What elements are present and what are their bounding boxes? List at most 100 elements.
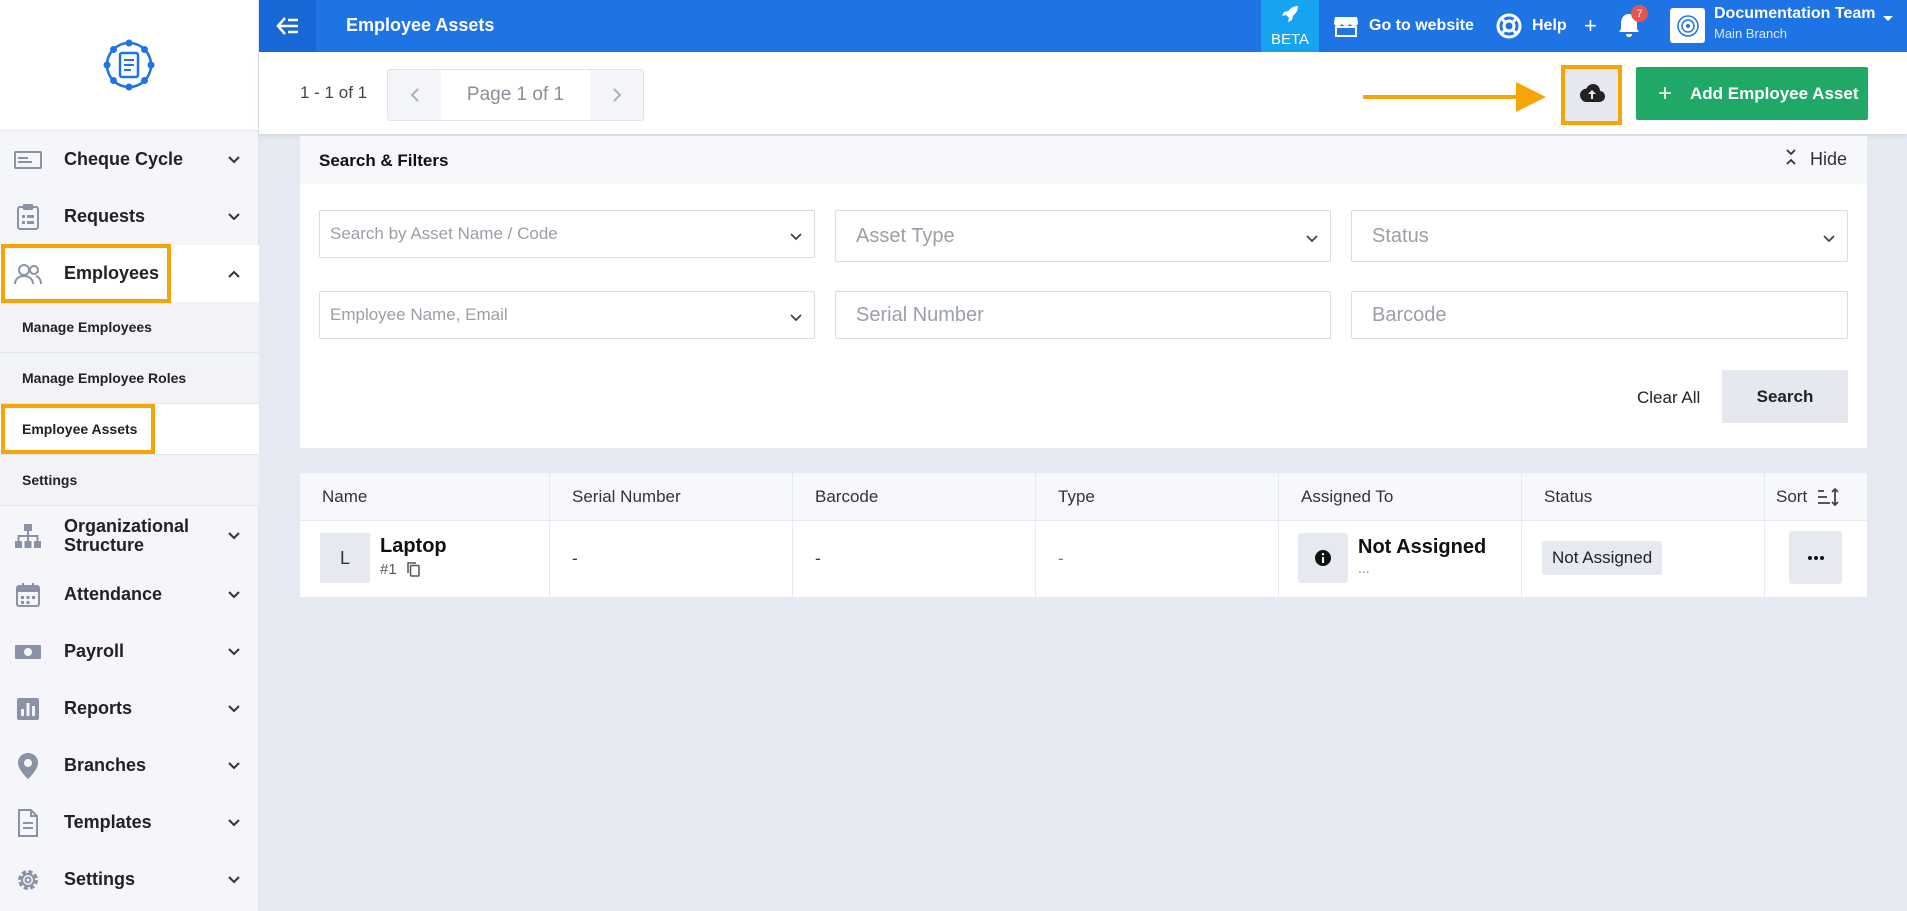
plus-icon: + xyxy=(1658,79,1673,107)
chevron-down-icon xyxy=(227,153,241,167)
sort-icon xyxy=(1817,488,1839,506)
help-link[interactable]: Help xyxy=(1496,0,1567,52)
caret-down-icon[interactable] xyxy=(1882,10,1894,28)
sidebar-item-cheque-cycle[interactable]: Cheque Cycle xyxy=(0,131,259,188)
chevron-down-icon xyxy=(227,759,241,773)
sidebar-item-label: Reports xyxy=(64,698,133,718)
result-count: 1 - 1 of 1 xyxy=(300,83,368,102)
add-employee-asset-button[interactable]: + Add Employee Asset xyxy=(1636,67,1868,120)
hide-filters-button[interactable]: Hide xyxy=(1786,149,1847,170)
employee-select[interactable]: Employee Name, Email xyxy=(319,291,815,339)
top-bar: Employee Assets BETA Go to website Help … xyxy=(259,0,1907,52)
chevron-down-icon xyxy=(790,228,802,246)
page-title: Employee Assets xyxy=(346,15,495,35)
chevron-down-icon xyxy=(227,588,241,602)
submenu-label: Manage Employees xyxy=(22,319,152,335)
chevron-down-icon xyxy=(1306,230,1318,248)
chevron-down-icon xyxy=(227,645,241,659)
status-placeholder: Status xyxy=(1372,224,1429,247)
lifebuoy-icon xyxy=(1496,13,1522,39)
chevron-up-icon xyxy=(227,267,241,281)
column-header-serial-number[interactable]: Serial Number xyxy=(572,473,681,521)
sidebar-item-label: Templates xyxy=(64,812,152,832)
import-upload-button[interactable] xyxy=(1564,68,1619,122)
previous-page-button[interactable] xyxy=(388,70,441,120)
hide-label: Hide xyxy=(1809,149,1847,169)
sort-label: Sort xyxy=(1776,487,1808,506)
filters-header: Search & Filters Hide xyxy=(300,136,1867,184)
barcode-placeholder: Barcode xyxy=(1372,303,1447,326)
copy-icon[interactable] xyxy=(406,562,420,577)
clear-all-button[interactable]: Clear All xyxy=(1637,388,1700,408)
info-icon[interactable] xyxy=(1298,533,1348,583)
annotation-arrow-head xyxy=(1516,82,1546,112)
beta-button[interactable]: BETA xyxy=(1261,0,1319,52)
document-icon xyxy=(14,808,42,837)
go-to-website-link[interactable]: Go to website xyxy=(1333,0,1474,52)
beta-label: BETA xyxy=(1270,31,1310,48)
search-asset-placeholder: Search by Asset Name / Code xyxy=(330,224,558,243)
store-icon xyxy=(1333,15,1359,37)
search-filters-panel: Search & Filters Hide Search by Asset Na… xyxy=(300,136,1867,448)
asset-code: #1 xyxy=(380,561,420,578)
add-button-label: Add Employee Asset xyxy=(1690,83,1859,103)
annotation-arrow-line xyxy=(1363,95,1518,99)
column-header-type[interactable]: Type xyxy=(1058,473,1095,521)
serial-number-cell: - xyxy=(572,549,578,568)
sidebar-item-requests[interactable]: Requests xyxy=(0,188,259,245)
organization-avatar[interactable] xyxy=(1670,8,1705,43)
employees-submenu: Manage Employees Manage Employee Roles E… xyxy=(0,302,259,506)
asset-type-select[interactable]: Asset Type xyxy=(835,210,1331,262)
submenu-item-employee-assets[interactable]: Employee Assets xyxy=(0,404,259,455)
search-button[interactable]: Search xyxy=(1722,370,1848,423)
sidebar-item-settings[interactable]: Settings xyxy=(0,851,259,908)
sidebar-item-payroll[interactable]: Payroll xyxy=(0,623,259,680)
location-icon xyxy=(14,752,42,780)
sidebar-item-branches[interactable]: Branches xyxy=(0,737,259,794)
next-page-button[interactable] xyxy=(590,70,643,120)
row-actions-button[interactable] xyxy=(1789,531,1842,584)
chart-icon xyxy=(14,695,42,723)
add-icon[interactable]: + xyxy=(1584,0,1597,52)
asset-avatar: L xyxy=(320,533,370,583)
sidebar-item-organizational-structure[interactable]: Organizational Structure xyxy=(0,507,259,565)
table-row[interactable]: L Laptop #1 - - - Not Assigned ... Not A… xyxy=(300,521,1867,597)
users-icon xyxy=(14,260,42,288)
submenu-item-settings[interactable]: Settings xyxy=(0,455,259,506)
search-asset-input[interactable]: Search by Asset Name / Code xyxy=(319,210,815,258)
serial-number-input[interactable]: Serial Number xyxy=(835,291,1331,339)
calendar-icon xyxy=(14,581,42,609)
asset-name[interactable]: Laptop xyxy=(380,535,447,558)
column-header-status[interactable]: Status xyxy=(1544,473,1592,521)
page-indicator: Page 1 of 1 xyxy=(441,70,590,120)
user-name[interactable]: Documentation Team xyxy=(1714,5,1876,23)
column-header-assigned-to[interactable]: Assigned To xyxy=(1301,473,1393,521)
go-to-website-label: Go to website xyxy=(1369,17,1474,34)
asset-type-placeholder: Asset Type xyxy=(856,224,955,247)
sidebar-item-label: Cheque Cycle xyxy=(64,149,184,169)
app-logo[interactable] xyxy=(91,27,167,103)
barcode-input[interactable]: Barcode xyxy=(1351,291,1848,339)
more-icon xyxy=(1807,555,1824,560)
status-select[interactable]: Status xyxy=(1351,210,1848,262)
sidebar-item-label: Attendance xyxy=(64,584,163,604)
assigned-to-name: Not Assigned xyxy=(1358,536,1487,558)
sidebar-item-templates[interactable]: Templates xyxy=(0,794,259,851)
sidebar-item-label: Employees xyxy=(64,263,160,283)
collapse-sidebar-button[interactable] xyxy=(259,0,316,52)
column-header-name[interactable]: Name xyxy=(322,473,367,521)
gear-icon xyxy=(14,866,42,894)
list-header: 1 - 1 of 1 Page 1 of 1 + Add Employee As… xyxy=(259,52,1907,134)
column-header-barcode[interactable]: Barcode xyxy=(815,473,878,521)
chevron-down-icon xyxy=(227,873,241,887)
assigned-to-sub: ... xyxy=(1358,560,1370,576)
submenu-label: Settings xyxy=(22,472,78,488)
sidebar-item-attendance[interactable]: Attendance xyxy=(0,566,259,623)
sidebar-item-label: Requests xyxy=(64,206,146,226)
sidebar-item-reports[interactable]: Reports xyxy=(0,680,259,737)
submenu-item-manage-employees[interactable]: Manage Employees xyxy=(0,302,259,353)
sort-button[interactable]: Sort xyxy=(1776,473,1839,521)
rocket-icon xyxy=(1280,4,1300,28)
sidebar-item-employees[interactable]: Employees xyxy=(0,245,259,302)
submenu-item-manage-employee-roles[interactable]: Manage Employee Roles xyxy=(0,353,259,404)
